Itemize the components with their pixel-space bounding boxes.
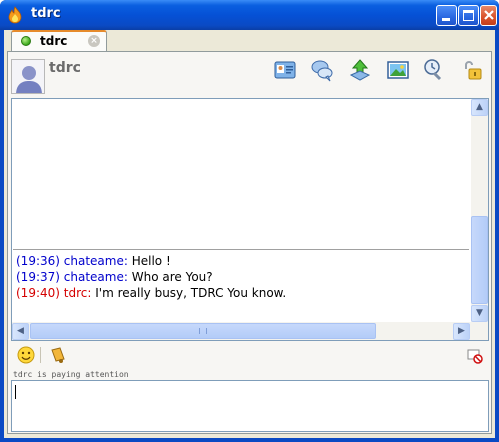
close-icon <box>484 10 494 20</box>
message-sender: chateame <box>63 254 124 268</box>
history-icon[interactable] <box>422 58 446 82</box>
contact-name: tdrc <box>49 60 81 76</box>
maximize-icon <box>463 10 474 21</box>
maximize-button[interactable] <box>458 5 479 26</box>
window-border-right <box>495 30 499 442</box>
message-list: (19:36) chateame: Hello ! (19:37) chatea… <box>16 253 286 301</box>
close-button[interactable] <box>480 5 497 26</box>
conversation-panel: tdrc (19:36) chateame: Hello ! (19:37) c… <box>7 51 492 434</box>
flame-icon <box>8 6 22 24</box>
nudge-bell-icon[interactable] <box>48 345 68 365</box>
text-caret <box>15 385 16 399</box>
tab-tdrc[interactable]: tdrc × <box>11 30 107 51</box>
tab-label: tdrc <box>40 34 68 48</box>
scroll-left-button[interactable]: ◀ <box>12 323 29 340</box>
vertical-scrollbar[interactable]: ▲ ▼ <box>471 99 488 322</box>
user-silhouette-icon <box>12 60 44 93</box>
message-text: Hello ! <box>131 254 171 268</box>
message-time: (19:40) <box>16 286 60 300</box>
minimize-button[interactable] <box>436 5 457 26</box>
picture-icon[interactable] <box>386 58 410 82</box>
send-file-icon[interactable] <box>348 58 372 82</box>
scroll-right-button[interactable]: ▶ <box>453 323 470 340</box>
tab-close-icon[interactable]: × <box>88 35 100 47</box>
lock-icon[interactable] <box>460 58 484 82</box>
horizontal-scrollbar[interactable]: ◀ ▶ <box>12 322 488 340</box>
message-input[interactable] <box>11 380 489 432</box>
message-line: (19:36) chateame: Hello ! <box>16 254 171 268</box>
message-line: (19:37) chateame: Who are You? <box>16 270 213 284</box>
compose-toolbar <box>8 343 491 367</box>
chat-history[interactable]: (19:36) chateame: Hello ! (19:37) chatea… <box>11 98 489 341</box>
message-sender: tdrc <box>63 286 88 300</box>
message-time: (19:37) <box>16 270 60 284</box>
horizontal-scroll-thumb[interactable] <box>30 323 376 339</box>
window-border-bottom <box>0 438 499 442</box>
message-text: I'm really busy, TDRC You know. <box>95 286 287 300</box>
message-time: (19:36) <box>16 254 60 268</box>
window-title: tdrc <box>31 6 61 21</box>
chat-window: tdrc tdrc × tdrc (19:36) chateame: Hello… <box>0 0 499 442</box>
message-line: (19:40) tdrc: I'm really busy, TDRC You … <box>16 286 287 300</box>
message-text: Who are You? <box>131 270 213 284</box>
toolbar-divider <box>40 347 41 363</box>
online-status-icon <box>21 36 31 46</box>
minimize-icon <box>442 18 450 21</box>
emoticon-icon[interactable] <box>16 345 36 365</box>
scroll-up-button[interactable]: ▲ <box>471 99 488 116</box>
vertical-scroll-thumb[interactable] <box>471 216 488 304</box>
message-sender: chateame <box>63 270 124 284</box>
title-bar[interactable]: tdrc <box>0 0 499 30</box>
typing-status: tdrc is paying attention <box>13 370 129 379</box>
chat-bubbles-icon[interactable] <box>310 58 334 82</box>
contact-card-icon[interactable] <box>273 58 297 82</box>
block-user-icon[interactable] <box>467 348 483 364</box>
grip-icon <box>199 328 207 334</box>
avatar[interactable] <box>11 59 45 94</box>
history-separator <box>13 249 469 250</box>
scroll-down-button[interactable]: ▼ <box>471 305 488 322</box>
